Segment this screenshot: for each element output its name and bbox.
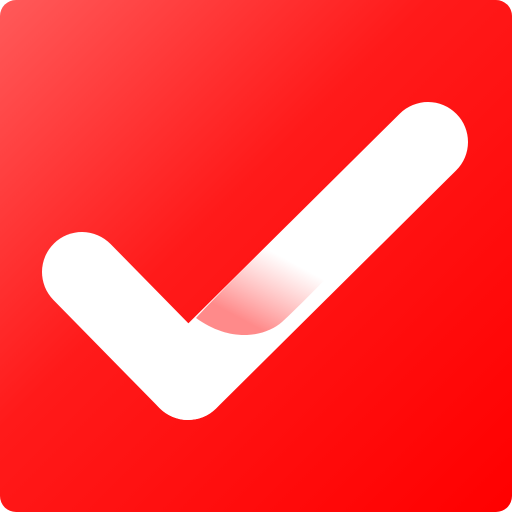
checkmark-icon: [0, 0, 512, 512]
app-icon-tile[interactable]: [0, 0, 512, 512]
